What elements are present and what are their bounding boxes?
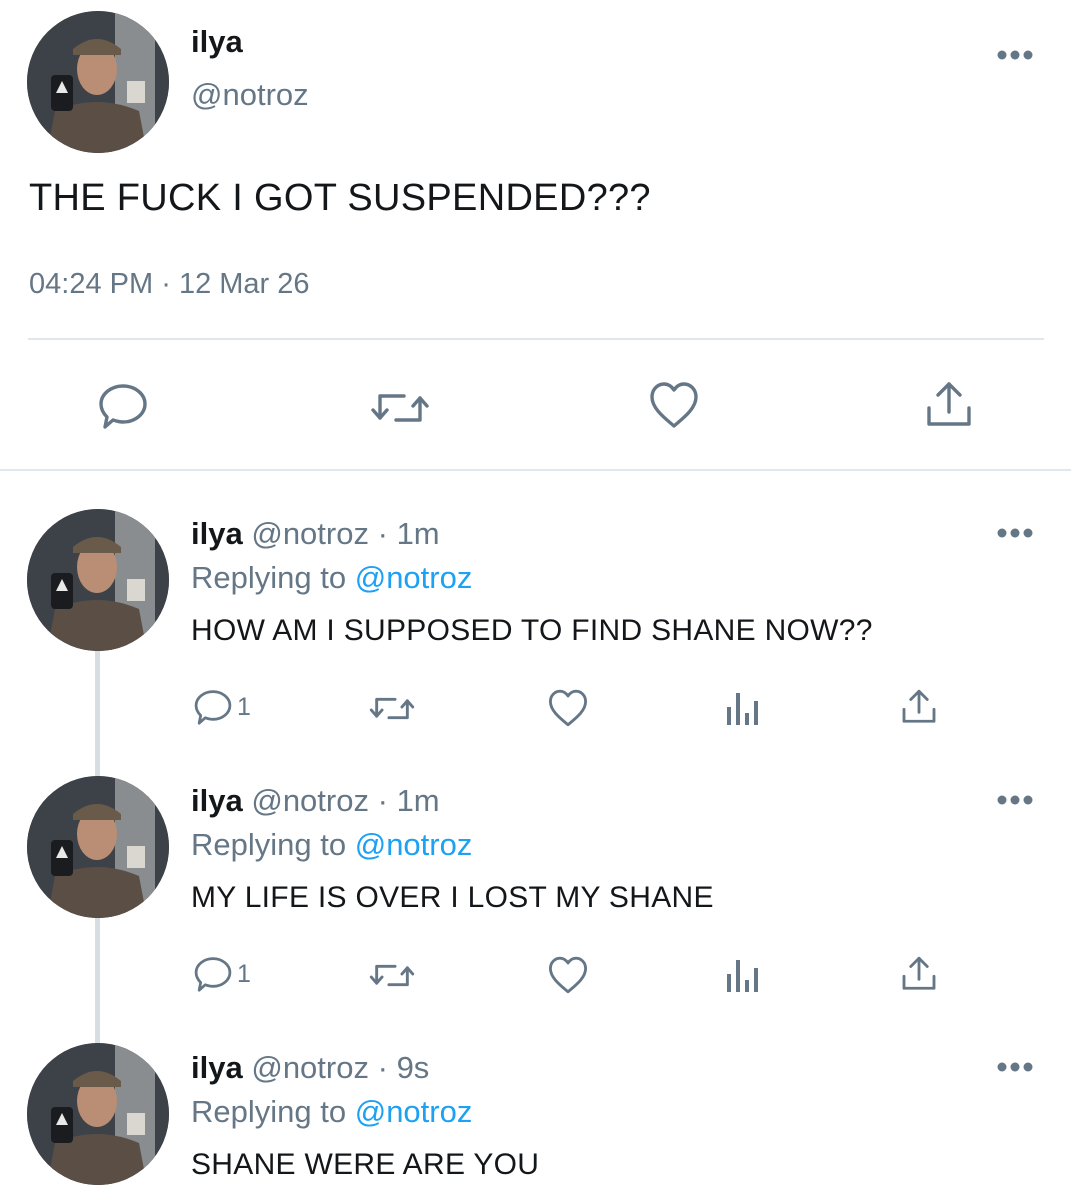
reply-text: SHANE WERE ARE YOU [191,1148,540,1181]
reply-button[interactable] [97,382,149,430]
share-icon [927,382,971,426]
replying-to: Replying to @notroz [191,560,472,596]
replying-to: Replying to @notroz [191,1094,472,1130]
like-icon [548,689,588,727]
more-options-icon[interactable] [995,793,1035,807]
reply-icon [194,957,232,992]
tweet-date: 12 Mar 26 [178,268,310,300]
share-button[interactable] [925,380,973,430]
like-button[interactable] [648,380,700,430]
like-button[interactable] [547,955,589,995]
reply-tweet[interactable]: ilya @notroz · 9s Replying to @notroz SH… [0,1050,1071,1200]
replying-to-link[interactable]: @notroz [355,1094,473,1129]
replying-label: Replying to [191,1094,347,1129]
analytics-button[interactable] [725,689,761,727]
more-options-icon[interactable] [995,48,1035,62]
share-icon [902,689,936,723]
share-icon [902,956,936,990]
main-tweet-timestamp: 04:24 PM · 12 Mar 26 [29,268,310,301]
divider-bottom [0,469,1071,471]
share-button[interactable] [901,955,937,993]
reply-time: 1m [396,516,440,551]
retweet-button[interactable] [370,388,430,428]
reply-display-name[interactable]: ilya [191,516,243,551]
retweet-icon [369,964,415,987]
replying-to-link[interactable]: @notroz [355,827,473,862]
reply-username[interactable]: @notroz [251,783,369,818]
like-icon [548,956,588,994]
reply-dot: · [377,1050,388,1085]
reply-display-name[interactable]: ilya [191,783,243,818]
more-options-icon[interactable] [995,1060,1035,1074]
reply-text: MY LIFE IS OVER I LOST MY SHANE [191,881,714,914]
main-tweet-text: THE FUCK I GOT SUSPENDED??? [29,177,651,219]
tweet-time: 04:24 PM [29,268,154,300]
main-username[interactable]: @notroz [191,77,309,113]
retweet-icon [371,394,429,422]
retweet-button[interactable] [369,693,415,724]
like-button[interactable] [547,688,589,728]
reply-icon [194,690,232,725]
analytics-icon [727,960,758,992]
replying-label: Replying to [191,827,347,862]
retweet-button[interactable] [369,960,415,991]
reply-header: ilya @notroz · 1m [191,516,440,552]
retweet-icon [369,697,415,720]
main-avatar[interactable] [27,11,169,153]
analytics-button[interactable] [725,956,761,994]
reply-dot: · [377,516,388,551]
reply-count: 1 [237,959,251,988]
replying-to: Replying to @notroz [191,827,472,863]
analytics-icon [727,693,758,725]
reply-time: 9s [396,1050,430,1085]
divider-top [28,338,1044,340]
meta-separator: · [161,268,171,300]
reply-count: 1 [237,692,251,721]
reply-header: ilya @notroz · 1m [191,783,440,819]
reply-button[interactable]: 1 [193,688,251,726]
replying-label: Replying to [191,560,347,595]
more-options-icon[interactable] [995,526,1035,540]
reply-header: ilya @notroz · 9s [191,1050,429,1086]
reply-time: 1m [396,783,440,818]
share-button[interactable] [901,688,937,726]
reply-text: HOW AM I SUPPOSED TO FIND SHANE NOW?? [191,614,873,647]
replying-to-link[interactable]: @notroz [355,560,473,595]
reply-icon [99,384,147,429]
reply-button[interactable]: 1 [193,955,251,993]
reply-dot: · [377,783,388,818]
reply-username[interactable]: @notroz [251,516,369,551]
like-icon [650,382,698,428]
main-display-name[interactable]: ilya [191,24,243,60]
reply-username[interactable]: @notroz [251,1050,369,1085]
reply-display-name[interactable]: ilya [191,1050,243,1085]
